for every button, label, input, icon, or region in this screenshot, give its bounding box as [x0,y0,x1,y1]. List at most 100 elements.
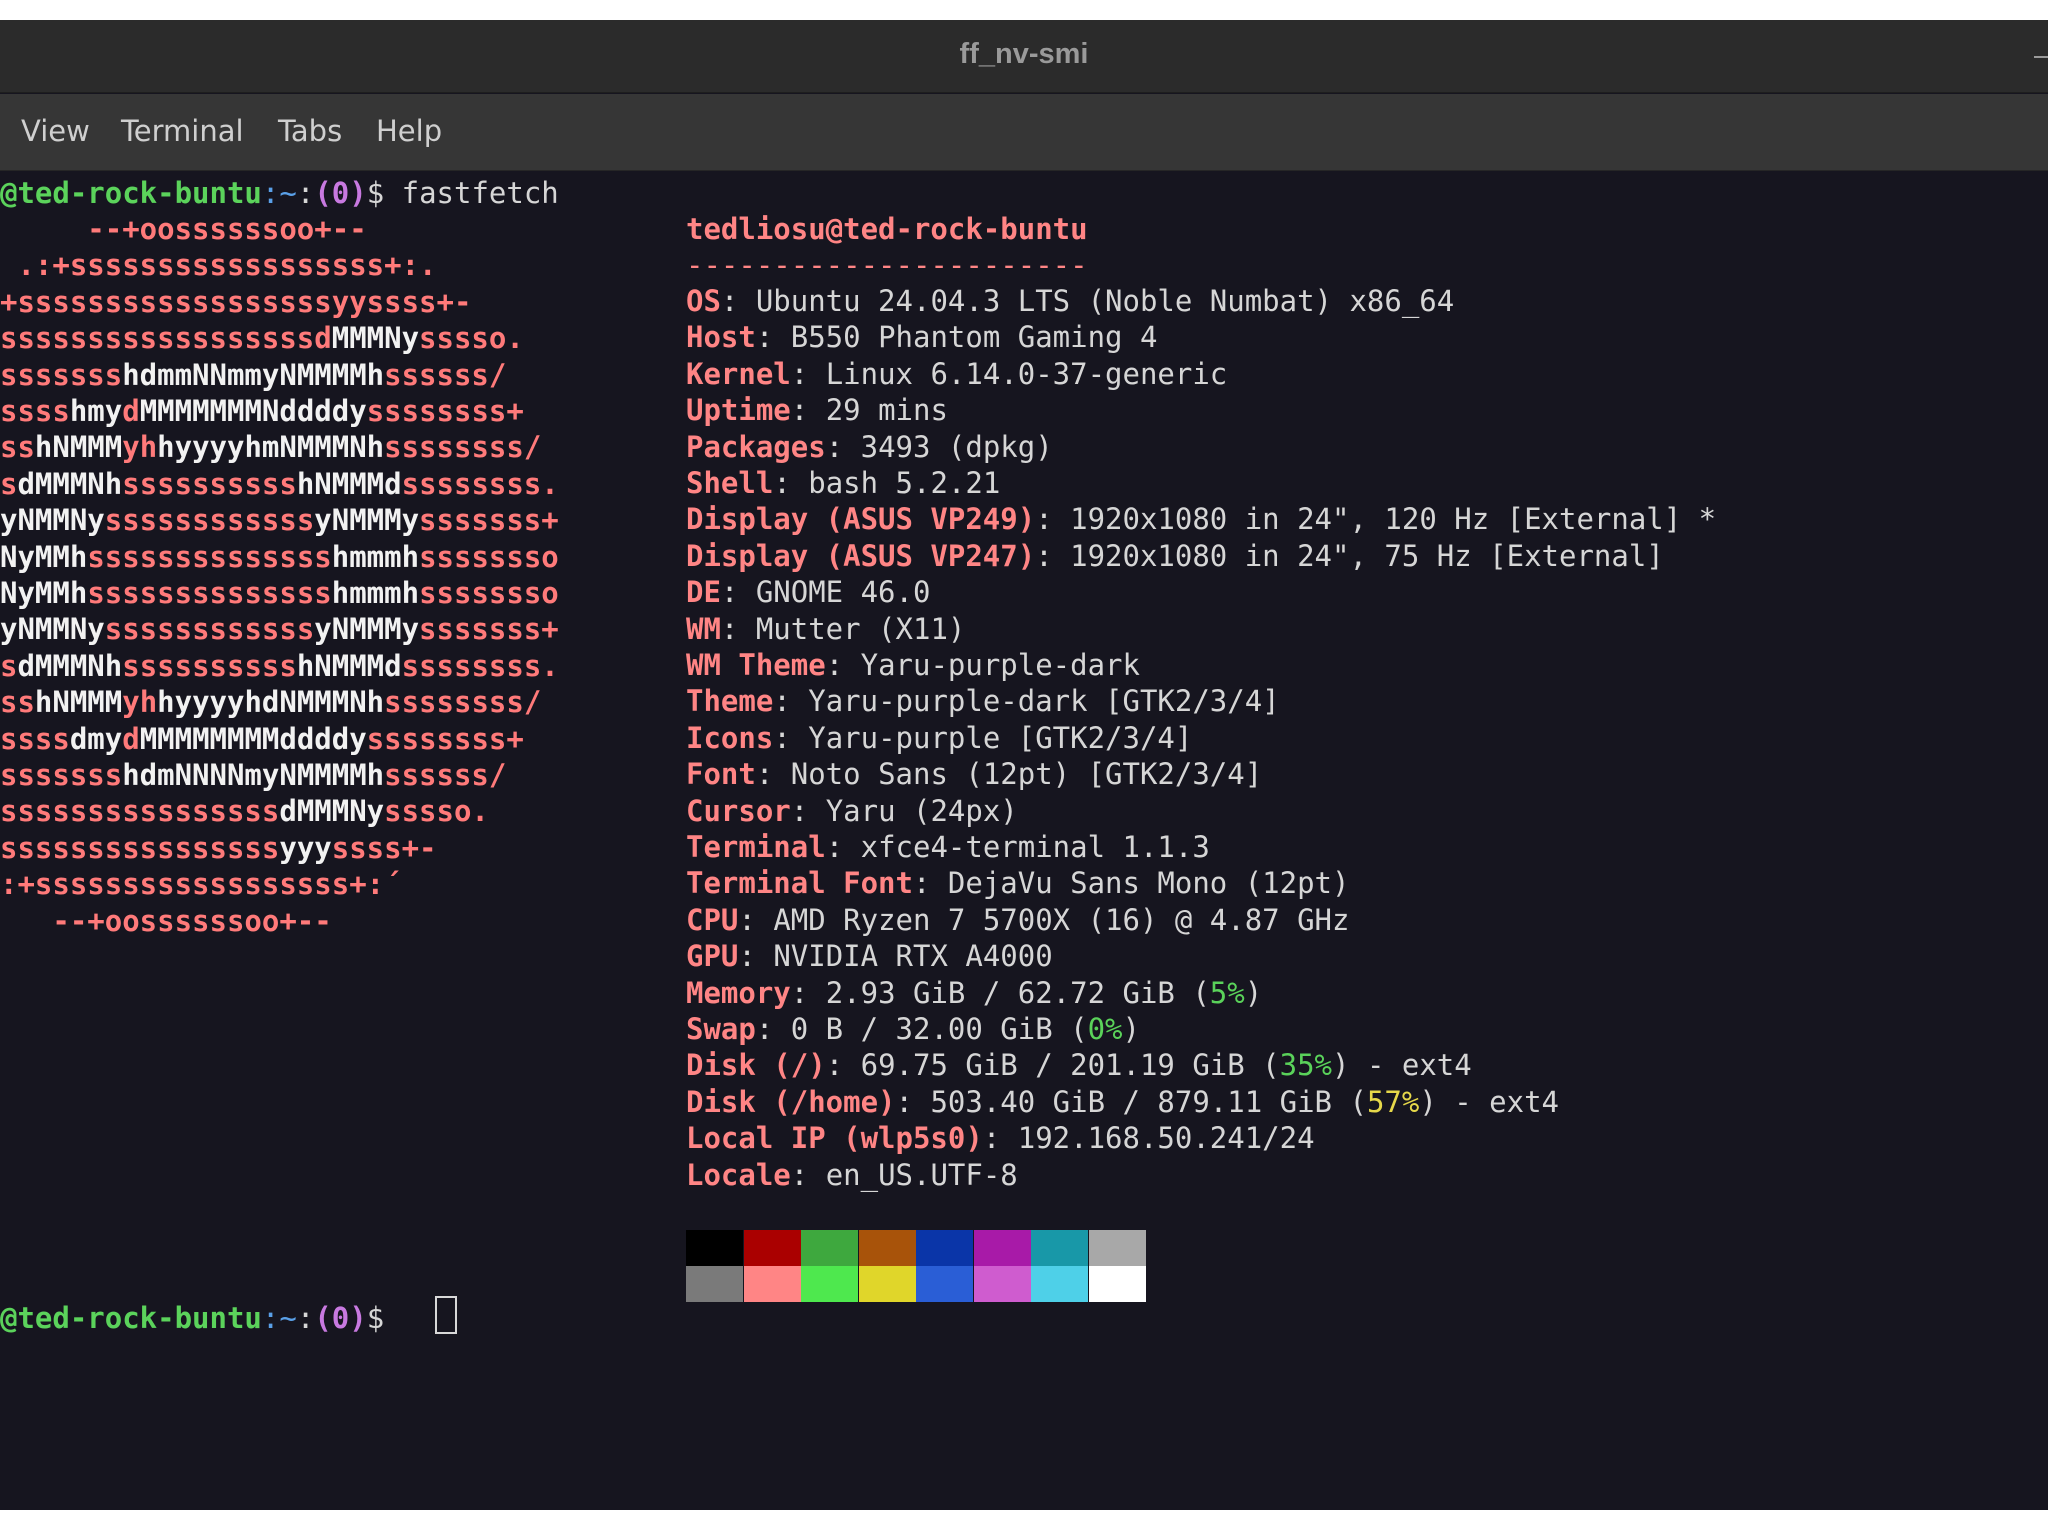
info-colon: : [773,684,809,718]
info-row: Terminal Font: DejaVu Sans Mono (12pt) [686,865,1349,901]
info-row: OS: Ubuntu 24.04.3 LTS (Noble Numbat) x8… [686,283,1454,319]
menu-terminal[interactable]: Terminal [121,114,244,148]
logo-segment: sssssss [0,358,123,392]
logo-segment: ssssssss/ [384,430,542,464]
info-key: GPU [686,939,739,973]
info-colon: : [738,939,774,973]
info-value: 1920x1080 in 24", 75 Hz [External] [1070,539,1664,573]
info-key: OS [686,284,721,318]
logo-line: ssssssssssssssssyyyssss+- [0,830,437,866]
info-row: Terminal: xfce4-terminal 1.1.3 [686,829,1210,865]
prompt-colon: : [261,176,280,210]
logo-segment: ssssssss. [401,467,559,501]
info-value: 69.75 GiB / 201.19 GiB ( [860,1048,1280,1082]
info-colon: : [895,1085,931,1119]
prompt-line: @ted-rock-buntu:~:(0)$ [0,1300,402,1336]
logo-segment: dMMMNh [17,649,123,683]
info-row: WM: Mutter (X11) [686,611,965,647]
info-value: AMD Ryzen 7 5700X (16) @ 4.87 GHz [773,903,1350,937]
info-colon: : [720,284,756,318]
menu-bar: View Terminal Tabs Help [0,94,2048,171]
prompt-line: @ted-rock-buntu:~:(0)$ fastfetch [0,175,559,211]
info-value: 29 mins [825,393,948,427]
info-key: Cursor [686,794,791,828]
menu-view[interactable]: View [21,114,90,148]
logo-segment: sssssss [0,758,123,792]
logo-line: sdMMMNhsssssssssshNMMMdssssssss. [0,648,559,684]
logo-segment: MMMMMMMMddddy [139,722,367,756]
info-key: Disk (/home) [686,1085,896,1119]
logo-segment: hNMMM [34,430,123,464]
logo-segment: sssso. [384,794,489,828]
logo-segment: yNMMNy [0,612,105,646]
logo-segment: dMMMNy [279,794,385,828]
logo-segment: yNMMNy [0,503,105,537]
logo-segment: sssso. [419,321,524,355]
prompt-colon: : [261,1301,280,1335]
window-title: ff_nv-smi [959,38,1089,70]
info-row: DE: GNOME 46.0 [686,574,930,610]
info-colon: : [982,1121,1018,1155]
info-row: Locale: en_US.UTF-8 [686,1157,1018,1193]
info-row: CPU: AMD Ryzen 7 5700X (16) @ 4.87 GHz [686,902,1349,938]
info-key: Font [686,757,756,791]
info-key: Terminal Font [686,866,913,900]
info-value: bash 5.2.21 [808,466,1001,500]
info-value: 1920x1080 in 24", 120 Hz [External] * [1070,502,1717,536]
logo-segment: hmmmh [331,540,420,574]
info-colon: : [755,320,791,354]
info-key: Host [686,320,756,354]
info-row: Theme: Yaru-purple-dark [GTK2/3/4] [686,683,1280,719]
info-key: Disk (/) [686,1048,826,1082]
terminal-window: ff_nv-smi View Terminal Tabs Help @ted-r… [0,20,2048,1510]
info-value: 2.93 GiB / 62.72 GiB ( [825,976,1210,1010]
logo-segment: ssssssssssss [104,503,315,537]
logo-line: NyMMhsssssssssssssshmmmhssssssso [0,539,559,575]
info-colon: : [790,794,826,828]
info-colon: : [738,903,774,937]
logo-segment: ssssssssssss [104,612,315,646]
info-key: Swap [686,1012,756,1046]
terminal-output[interactable]: @ted-rock-buntu:~:(0)$ fastfetch --+ooss… [0,171,2048,1510]
menu-tabs[interactable]: Tabs [278,114,342,148]
logo-line: sshNMMMyhhyyyyhdNMMMNhssssssss/ [0,684,541,720]
info-value: 0 B / 32.00 GiB ( [790,1012,1088,1046]
logo-line: :+ssssssssssssssssss+:´ [0,866,402,902]
info-value: Noto Sans (12pt) [GTK2/3/4] [790,757,1263,791]
logo-segment: yh [122,685,158,719]
logo-line: sshNMMMyhhyyyyhmNMMMNhssssssss/ [0,429,541,465]
color-swatch [916,1230,973,1266]
logo-segment: ssssssssssssss [87,540,332,574]
logo-segment: --+oossssssoo+-- [0,904,332,938]
logo-segment: s [0,649,18,683]
color-swatch [916,1266,973,1302]
info-key: Packages [686,430,826,464]
info-value: Yaru-purple-dark [GTK2/3/4] [808,684,1280,718]
logo-segment: ssss [0,722,70,756]
info-key: Shell [686,466,774,500]
info-colon: : [790,976,826,1010]
logo-segment: hmy [69,394,123,428]
info-key: Uptime [686,393,791,427]
text-cursor [435,1296,457,1334]
logo-segment: d [122,394,140,428]
info-colon: : [773,721,809,755]
usage-percent: 0% [1087,1012,1123,1046]
title-bar[interactable]: ff_nv-smi [0,20,2048,93]
info-colon: : [773,466,809,500]
logo-line: ssssssshdmNNNNmyNMMMMhssssss/ [0,757,506,793]
info-colon: : [720,612,756,646]
minimize-icon[interactable] [2034,56,2048,58]
info-row: Shell: bash 5.2.21 [686,465,1000,501]
logo-segment: ssss+- [331,831,437,865]
logo-line: ssssdmydMMMMMMMMddddyssssssss+ [0,721,524,757]
menu-help[interactable]: Help [376,114,442,148]
command-text: fastfetch [401,176,559,210]
info-key: Display (ASUS VP247) [686,539,1036,573]
info-colon: : [790,393,826,427]
logo-segment: ss [0,430,35,464]
logo-segment: ssssssso [419,576,559,610]
prompt-host: @ted-rock-buntu [0,1301,262,1335]
info-row: Packages: 3493 (dpkg) [686,429,1053,465]
logo-line: --+oossssssoo+-- [0,903,332,939]
